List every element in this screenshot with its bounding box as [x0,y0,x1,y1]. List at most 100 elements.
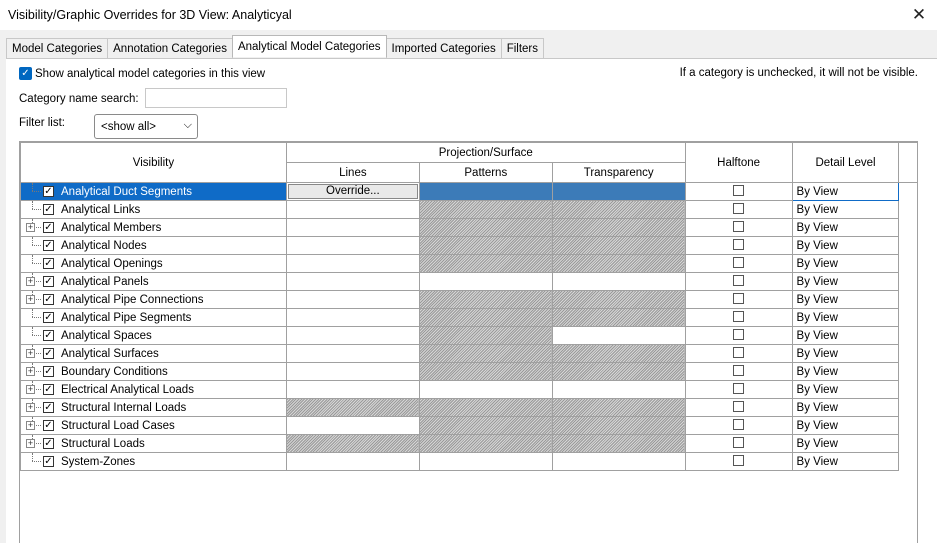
transparency-cell[interactable] [551,326,686,345]
header-visibility[interactable]: Visibility [20,142,287,183]
detail-level-cell[interactable]: By View [791,452,900,471]
lines-cell[interactable] [285,434,420,453]
visibility-checkbox[interactable]: ✓ [43,258,54,269]
visibility-checkbox[interactable]: ✓ [43,402,54,413]
lines-cell[interactable] [285,452,420,471]
visibility-cell[interactable]: + ✓ Structural Load Cases [20,416,287,435]
lines-cell[interactable] [285,200,420,219]
patterns-cell[interactable] [418,434,553,453]
visibility-checkbox[interactable]: ✓ [43,186,54,197]
filter-list-dropdown[interactable]: <show all> ⌵ [94,114,198,139]
patterns-cell[interactable] [418,326,553,345]
header-halftone[interactable]: Halftone [684,142,793,183]
visibility-cell[interactable]: ✓ Analytical Duct Segments [20,182,287,201]
visibility-cell[interactable]: + ✓ Analytical Panels [20,272,287,291]
visibility-cell[interactable]: + ✓ Analytical Surfaces [20,344,287,363]
halftone-cell[interactable] [684,218,793,237]
patterns-cell[interactable] [418,416,553,435]
header-patterns[interactable]: Patterns [418,162,553,183]
halftone-checkbox[interactable] [733,418,745,430]
lines-cell[interactable] [285,308,420,327]
visibility-cell[interactable]: ✓ Analytical Nodes [20,236,287,255]
halftone-cell[interactable] [684,290,793,309]
patterns-cell[interactable] [418,362,553,381]
transparency-cell[interactable] [551,308,686,327]
plus-expand-icon[interactable]: + [26,223,35,232]
patterns-cell[interactable] [418,344,553,363]
tab-filters[interactable]: Filters [500,38,545,58]
override-button[interactable]: Override... [287,184,418,199]
halftone-checkbox[interactable] [733,220,745,232]
header-transparency[interactable]: Transparency [551,162,686,183]
show-categories-checkbox[interactable]: ✓ Show analytical model categories in th… [19,67,265,80]
visibility-checkbox[interactable]: ✓ [43,384,54,395]
lines-cell[interactable] [285,416,420,435]
halftone-checkbox[interactable] [733,274,745,286]
patterns-cell[interactable] [418,398,553,417]
plus-expand-icon[interactable]: + [26,295,35,304]
detail-level-cell[interactable]: By View [791,254,900,273]
transparency-cell[interactable] [551,362,686,381]
visibility-cell[interactable]: + ✓ Structural Internal Loads [20,398,287,417]
patterns-cell[interactable] [418,236,553,255]
table-row[interactable]: ✓ Analytical Openings By View [20,254,918,273]
halftone-cell[interactable] [684,326,793,345]
visibility-cell[interactable]: ✓ Analytical Spaces [20,326,287,345]
visibility-checkbox[interactable]: ✓ [43,312,54,323]
halftone-cell[interactable] [684,398,793,417]
halftone-checkbox[interactable] [733,328,745,340]
lines-cell[interactable] [285,218,420,237]
halftone-cell[interactable] [684,200,793,219]
plus-expand-icon[interactable]: + [26,277,35,286]
visibility-cell[interactable]: ✓ Analytical Openings [20,254,287,273]
tab-annotation-categories[interactable]: Annotation Categories [107,38,233,58]
transparency-cell[interactable] [551,416,686,435]
patterns-cell[interactable] [418,452,553,471]
detail-level-cell[interactable]: By View [791,182,900,201]
visibility-checkbox[interactable]: ✓ [43,222,54,233]
table-row[interactable]: ✓ Analytical Duct Segments Override... By V… [20,182,918,201]
visibility-cell[interactable]: + ✓ Analytical Pipe Connections [20,290,287,309]
patterns-cell[interactable] [418,380,553,399]
halftone-checkbox[interactable] [733,310,745,322]
halftone-checkbox[interactable] [733,256,745,268]
visibility-checkbox[interactable]: ✓ [43,240,54,251]
visibility-cell[interactable]: ✓ Analytical Pipe Segments [20,308,287,327]
table-row[interactable]: ✓ Analytical Spaces By View [20,326,918,345]
tab-analytical-model-categories[interactable]: Analytical Model Categories [231,35,387,57]
transparency-cell[interactable] [551,344,686,363]
patterns-cell[interactable] [418,290,553,309]
plus-expand-icon[interactable]: + [26,385,35,394]
halftone-cell[interactable] [684,344,793,363]
detail-level-cell[interactable]: By View [791,398,900,417]
halftone-cell[interactable] [684,452,793,471]
table-row[interactable]: + ✓ Analytical Members By View [20,218,918,237]
transparency-cell[interactable] [551,182,686,201]
visibility-checkbox[interactable]: ✓ [43,294,54,305]
plus-expand-icon[interactable]: + [26,421,35,430]
lines-cell[interactable] [285,236,420,255]
halftone-cell[interactable] [684,182,793,201]
table-row[interactable]: ✓ Analytical Nodes By View [20,236,918,255]
visibility-cell[interactable]: + ✓ Analytical Members [20,218,287,237]
lines-cell[interactable] [285,344,420,363]
visibility-checkbox[interactable]: ✓ [43,366,54,377]
transparency-cell[interactable] [551,236,686,255]
visibility-checkbox[interactable]: ✓ [43,276,54,287]
patterns-cell[interactable] [418,308,553,327]
transparency-cell[interactable] [551,254,686,273]
table-row[interactable]: + ✓ Analytical Surfaces By View [20,344,918,363]
transparency-cell[interactable] [551,380,686,399]
detail-level-cell[interactable]: By View [791,290,900,309]
detail-level-cell[interactable]: By View [791,326,900,345]
header-lines[interactable]: Lines [285,162,420,183]
table-row[interactable]: + ✓ Structural Loads By View [20,434,918,453]
halftone-cell[interactable] [684,362,793,381]
halftone-checkbox[interactable] [733,238,745,250]
visibility-checkbox[interactable]: ✓ [43,420,54,431]
halftone-cell[interactable] [684,254,793,273]
lines-cell[interactable] [285,398,420,417]
halftone-cell[interactable] [684,416,793,435]
plus-expand-icon[interactable]: + [26,367,35,376]
visibility-cell[interactable]: + ✓ Structural Loads [20,434,287,453]
